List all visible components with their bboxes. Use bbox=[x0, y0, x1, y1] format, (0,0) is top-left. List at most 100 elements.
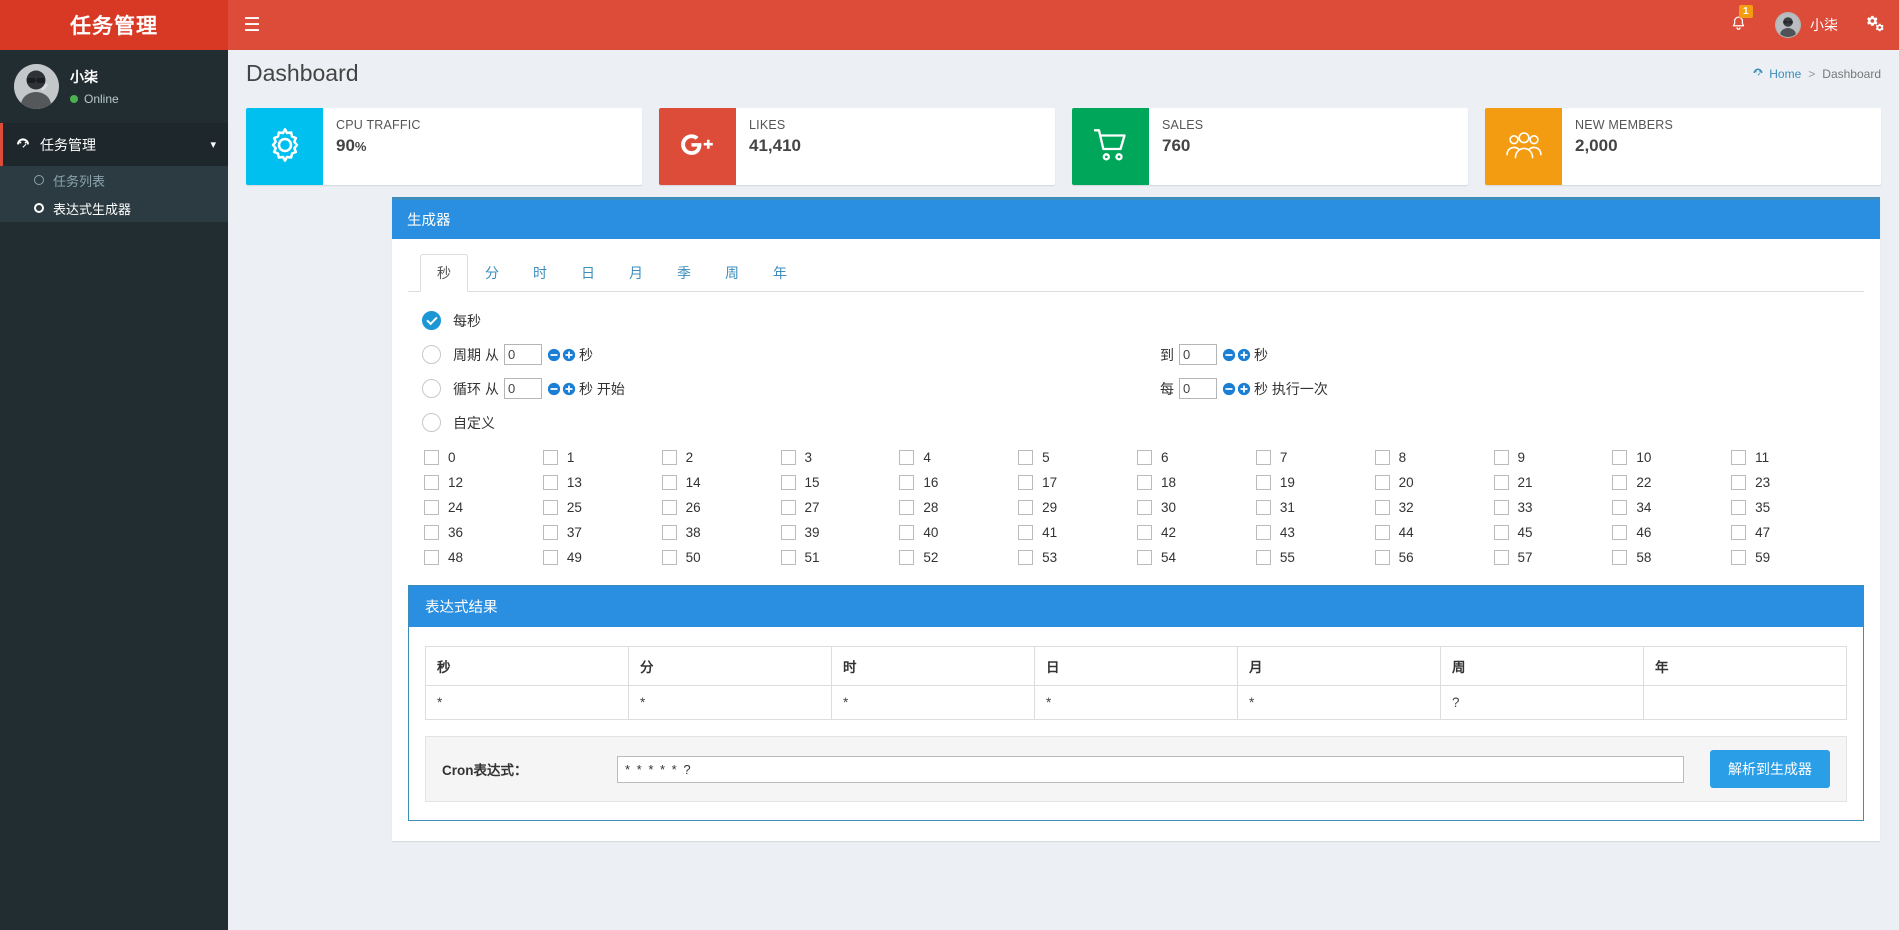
second-checkbox-59[interactable]: 59 bbox=[1731, 550, 1850, 565]
second-checkbox-32[interactable]: 32 bbox=[1374, 500, 1494, 515]
checkbox-icon[interactable] bbox=[1493, 475, 1509, 490]
second-checkbox-14[interactable]: 14 bbox=[661, 475, 781, 490]
checkbox-icon[interactable] bbox=[542, 525, 558, 540]
breadcrumb-home-link[interactable]: Home bbox=[1752, 66, 1801, 81]
second-checkbox-1[interactable]: 1 bbox=[542, 450, 662, 465]
minus-circle-icon[interactable] bbox=[547, 348, 561, 362]
second-checkbox-47[interactable]: 47 bbox=[1731, 525, 1850, 540]
checkbox-icon[interactable] bbox=[1137, 525, 1152, 540]
checkbox-icon[interactable] bbox=[542, 500, 558, 515]
infobox-likes[interactable]: LIKES 41,410 bbox=[659, 108, 1055, 185]
second-checkbox-55[interactable]: 55 bbox=[1255, 550, 1375, 565]
checkbox-icon[interactable] bbox=[424, 450, 439, 465]
second-checkbox-9[interactable]: 9 bbox=[1493, 450, 1613, 465]
user-menu-button[interactable]: 小柒 bbox=[1761, 0, 1852, 50]
checkbox-icon[interactable] bbox=[1255, 450, 1271, 465]
tab-day[interactable]: 日 bbox=[564, 254, 612, 292]
checkbox-icon[interactable] bbox=[899, 450, 915, 465]
checkbox-icon[interactable] bbox=[1612, 525, 1628, 540]
infobox-new-members[interactable]: NEW MEMBERS 2,000 bbox=[1485, 108, 1881, 185]
second-checkbox-24[interactable]: 24 bbox=[424, 500, 543, 515]
notifications-button[interactable]: 1 bbox=[1716, 0, 1761, 50]
second-checkbox-13[interactable]: 13 bbox=[542, 475, 662, 490]
checkbox-icon[interactable] bbox=[1731, 500, 1747, 515]
checkbox-icon[interactable] bbox=[1137, 450, 1152, 465]
second-checkbox-53[interactable]: 53 bbox=[1018, 550, 1137, 565]
checkbox-icon[interactable] bbox=[899, 500, 915, 515]
checkbox-icon[interactable] bbox=[1612, 450, 1628, 465]
parse-to-generator-button[interactable]: 解析到生成器 bbox=[1710, 750, 1830, 788]
second-checkbox-26[interactable]: 26 bbox=[661, 500, 781, 515]
second-checkbox-4[interactable]: 4 bbox=[899, 450, 1018, 465]
checkbox-icon[interactable] bbox=[542, 475, 558, 490]
second-checkbox-39[interactable]: 39 bbox=[780, 525, 900, 540]
sidebar-toggle-button[interactable]: ☰ bbox=[228, 0, 276, 50]
checkbox-icon[interactable] bbox=[780, 550, 796, 565]
second-checkbox-23[interactable]: 23 bbox=[1731, 475, 1850, 490]
checkbox-icon[interactable] bbox=[424, 525, 439, 540]
radio-custom[interactable] bbox=[422, 413, 441, 432]
checkbox-icon[interactable] bbox=[1255, 525, 1271, 540]
checkbox-icon[interactable] bbox=[1255, 550, 1271, 565]
infobox-sales[interactable]: SALES 760 bbox=[1072, 108, 1468, 185]
checkbox-icon[interactable] bbox=[661, 475, 677, 490]
second-checkbox-30[interactable]: 30 bbox=[1137, 500, 1256, 515]
option-row-every[interactable]: 每秒 bbox=[422, 306, 1850, 335]
second-checkbox-28[interactable]: 28 bbox=[899, 500, 1018, 515]
checkbox-icon[interactable] bbox=[899, 475, 915, 490]
second-checkbox-6[interactable]: 6 bbox=[1137, 450, 1256, 465]
sidebar-user-panel[interactable]: 小柒 Online bbox=[0, 50, 228, 123]
checkbox-icon[interactable] bbox=[1612, 475, 1628, 490]
checkbox-icon[interactable] bbox=[1255, 475, 1271, 490]
second-checkbox-50[interactable]: 50 bbox=[661, 550, 781, 565]
checkbox-icon[interactable] bbox=[1374, 550, 1390, 565]
checkbox-icon[interactable] bbox=[1493, 550, 1509, 565]
minus-circle-icon[interactable] bbox=[1222, 348, 1236, 362]
second-checkbox-38[interactable]: 38 bbox=[661, 525, 781, 540]
second-checkbox-17[interactable]: 17 bbox=[1018, 475, 1137, 490]
checkbox-icon[interactable] bbox=[661, 450, 677, 465]
checkbox-icon[interactable] bbox=[542, 550, 558, 565]
second-checkbox-2[interactable]: 2 bbox=[661, 450, 781, 465]
second-checkbox-58[interactable]: 58 bbox=[1612, 550, 1731, 565]
second-checkbox-34[interactable]: 34 bbox=[1612, 500, 1731, 515]
second-checkbox-3[interactable]: 3 bbox=[780, 450, 900, 465]
second-checkbox-0[interactable]: 0 bbox=[424, 450, 543, 465]
checkbox-icon[interactable] bbox=[1018, 525, 1034, 540]
second-checkbox-41[interactable]: 41 bbox=[1018, 525, 1137, 540]
second-checkbox-43[interactable]: 43 bbox=[1255, 525, 1375, 540]
checkbox-icon[interactable] bbox=[780, 500, 796, 515]
loop-every-input[interactable] bbox=[1179, 378, 1217, 399]
checkbox-icon[interactable] bbox=[542, 450, 558, 465]
option-row-loop[interactable]: 循环 从 秒 开始 每 bbox=[422, 374, 1850, 403]
second-checkbox-25[interactable]: 25 bbox=[542, 500, 662, 515]
checkbox-icon[interactable] bbox=[780, 525, 796, 540]
radio-every-second[interactable] bbox=[422, 311, 441, 330]
checkbox-icon[interactable] bbox=[899, 525, 915, 540]
second-checkbox-51[interactable]: 51 bbox=[780, 550, 900, 565]
settings-button[interactable] bbox=[1852, 0, 1899, 50]
checkbox-icon[interactable] bbox=[1731, 550, 1747, 565]
second-checkbox-44[interactable]: 44 bbox=[1374, 525, 1494, 540]
sidebar-item-expression-generator[interactable]: 表达式生成器 bbox=[0, 194, 228, 222]
checkbox-icon[interactable] bbox=[1731, 475, 1747, 490]
loop-from-stepper[interactable] bbox=[547, 382, 576, 396]
option-row-range[interactable]: 周期 从 秒 到 bbox=[422, 340, 1850, 369]
second-checkbox-12[interactable]: 12 bbox=[424, 475, 543, 490]
checkbox-icon[interactable] bbox=[424, 475, 439, 490]
checkbox-icon[interactable] bbox=[1374, 475, 1390, 490]
checkbox-icon[interactable] bbox=[1018, 475, 1034, 490]
second-checkbox-42[interactable]: 42 bbox=[1137, 525, 1256, 540]
range-from-input[interactable] bbox=[504, 344, 542, 365]
second-checkbox-5[interactable]: 5 bbox=[1018, 450, 1137, 465]
plus-circle-icon[interactable] bbox=[1237, 348, 1251, 362]
plus-circle-icon[interactable] bbox=[1237, 382, 1251, 396]
tab-hours[interactable]: 时 bbox=[516, 254, 564, 292]
second-checkbox-11[interactable]: 11 bbox=[1731, 450, 1850, 465]
second-checkbox-16[interactable]: 16 bbox=[899, 475, 1018, 490]
plus-circle-icon[interactable] bbox=[562, 348, 576, 362]
second-checkbox-36[interactable]: 36 bbox=[424, 525, 543, 540]
infobox-cpu-traffic[interactable]: CPU TRAFFIC 90% bbox=[246, 108, 642, 185]
cron-expression-input[interactable] bbox=[617, 755, 1684, 783]
second-checkbox-45[interactable]: 45 bbox=[1493, 525, 1613, 540]
